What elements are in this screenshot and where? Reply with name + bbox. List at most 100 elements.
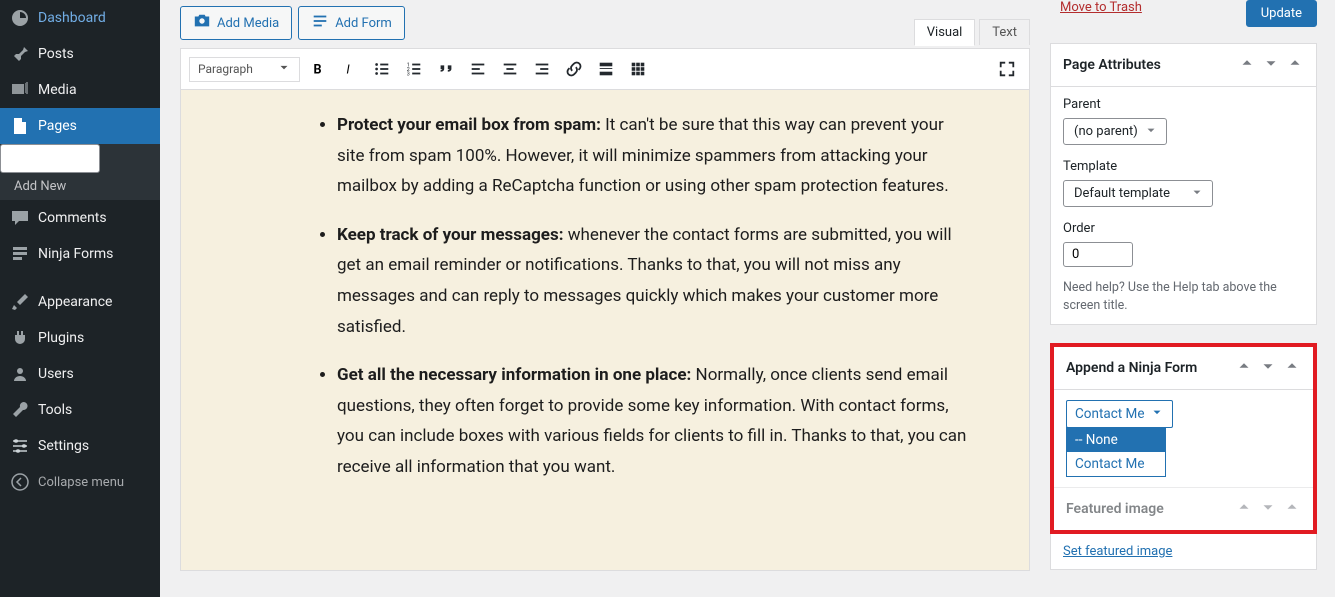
panel-toggle-icon[interactable] [1283,498,1301,520]
sidebar-label: Tools [38,402,72,418]
sidebar-item-appearance[interactable]: Appearance [0,284,160,320]
add-form-label: Add Form [335,16,392,31]
order-input[interactable] [1063,242,1133,267]
editor-tab-visual[interactable]: Visual [914,19,976,46]
sidebar-label: Appearance [38,294,112,310]
ninja-option-none[interactable]: -- None [1067,428,1165,452]
panel-down-icon[interactable] [1259,357,1277,379]
collapse-menu[interactable]: Collapse menu [0,464,160,500]
sidebar-label: Plugins [38,330,84,346]
content-bullet: Keep track of your messages: whenever th… [337,220,969,342]
featured-title: Featured image [1066,501,1164,517]
add-form-button[interactable]: Add Form [298,6,405,40]
order-label: Order [1063,221,1304,236]
update-button[interactable]: Update [1246,0,1317,27]
media-icon [10,80,30,100]
plug-icon [10,328,30,348]
template-label: Template [1063,159,1304,174]
read-more-icon[interactable] [592,55,620,83]
sidebar-item-comments[interactable]: Comments [0,200,160,236]
chevron-down-icon [1144,123,1158,141]
editor-content[interactable]: Protect your email box from spam: It can… [181,90,1029,570]
parent-value: (no parent) [1074,124,1138,139]
sidebar-submenu-pages: All Pages Add New [0,144,160,200]
sidebar-subitem-all-pages[interactable]: All Pages [0,144,100,173]
sidebar-label: Pages [38,118,77,134]
move-to-trash-link[interactable]: Move to Trash [1060,0,1142,15]
format-value: Paragraph [198,62,253,76]
panel-toggle-icon[interactable] [1283,357,1301,379]
wrench-icon [10,400,30,420]
sidebar-item-settings[interactable]: Settings [0,428,160,464]
sidebar-label: Posts [38,46,74,62]
align-right-icon[interactable] [528,55,556,83]
add-media-button[interactable]: Add Media [180,6,292,40]
set-featured-image-link[interactable]: Set featured image [1063,544,1172,559]
add-media-label: Add Media [217,16,279,31]
content-bullet: Get all the necessary information in one… [337,360,969,482]
panel-up-icon[interactable] [1235,498,1253,520]
content-bullet: Protect your email box from spam: It can… [337,110,969,202]
format-selector[interactable]: Paragraph [189,57,300,82]
svg-text:B: B [313,63,321,78]
svg-text:I: I [346,63,350,78]
pin-icon [10,44,30,64]
ninja-option-contact-me[interactable]: Contact Me [1067,452,1165,476]
numbered-list-icon[interactable]: 123 [400,55,428,83]
ninja-form-panel: Append a Ninja Form Contact Me -- None C… [1050,343,1317,534]
italic-icon[interactable]: I [336,55,364,83]
featured-image-panel: Set featured image [1050,534,1317,570]
bullet-strong: Keep track of your messages: [337,225,564,245]
sidebar-item-users[interactable]: Users [0,356,160,392]
settings-icon [10,436,30,456]
ninja-form-select[interactable]: Contact Me [1066,400,1173,428]
parent-label: Parent [1063,97,1304,112]
ninja-form-dropdown: -- None Contact Me [1066,427,1166,477]
sidebar-label: Media [38,82,77,98]
svg-text:3: 3 [407,71,410,77]
panel-up-icon[interactable] [1238,54,1256,76]
sidebar-item-posts[interactable]: Posts [0,36,160,72]
chevron-down-icon [277,61,291,78]
parent-select[interactable]: (no parent) [1063,118,1167,145]
template-select[interactable]: Default template [1063,180,1213,207]
sidebar-item-pages[interactable]: Pages [0,108,160,144]
panel-toggle-icon[interactable] [1286,54,1304,76]
collapse-icon [10,472,30,492]
bullet-list-icon[interactable] [368,55,396,83]
sidebar-label: Dashboard [38,10,106,26]
align-center-icon[interactable] [496,55,524,83]
panel-title: Append a Ninja Form [1066,360,1197,376]
sidebar-label: Users [38,366,74,382]
sidebar-label: Ninja Forms [38,246,113,262]
dashboard-icon [10,8,30,28]
form-mini-icon [311,12,329,34]
fullscreen-icon[interactable] [993,55,1021,83]
sidebar-item-dashboard[interactable]: Dashboard [0,0,160,36]
meta-sidebar: Move to Trash Update Page Attributes Par… [1050,0,1335,597]
panel-title: Page Attributes [1063,57,1161,73]
brush-icon [10,292,30,312]
editor-toolbar: Paragraph B I 123 [181,49,1029,90]
page-attributes-panel: Page Attributes Parent (no parent) Templ… [1050,43,1317,325]
template-value: Default template [1074,186,1170,201]
collapse-label: Collapse menu [38,475,124,490]
toolbar-toggle-icon[interactable] [624,55,652,83]
sidebar-item-ninja-forms[interactable]: Ninja Forms [0,236,160,272]
sidebar-item-tools[interactable]: Tools [0,392,160,428]
bold-icon[interactable]: B [304,55,332,83]
sidebar-item-media[interactable]: Media [0,72,160,108]
chevron-down-icon [1190,185,1204,203]
sidebar-item-plugins[interactable]: Plugins [0,320,160,356]
bullet-strong: Protect your email box from spam: [337,115,601,135]
user-icon [10,364,30,384]
quote-icon[interactable] [432,55,460,83]
panel-up-icon[interactable] [1235,357,1253,379]
panel-down-icon[interactable] [1262,54,1280,76]
panel-down-icon[interactable] [1259,498,1277,520]
form-icon [10,244,30,264]
sidebar-subitem-add-new[interactable]: Add New [0,173,160,200]
link-icon[interactable] [560,55,588,83]
editor-tab-text[interactable]: Text [979,19,1030,45]
align-left-icon[interactable] [464,55,492,83]
